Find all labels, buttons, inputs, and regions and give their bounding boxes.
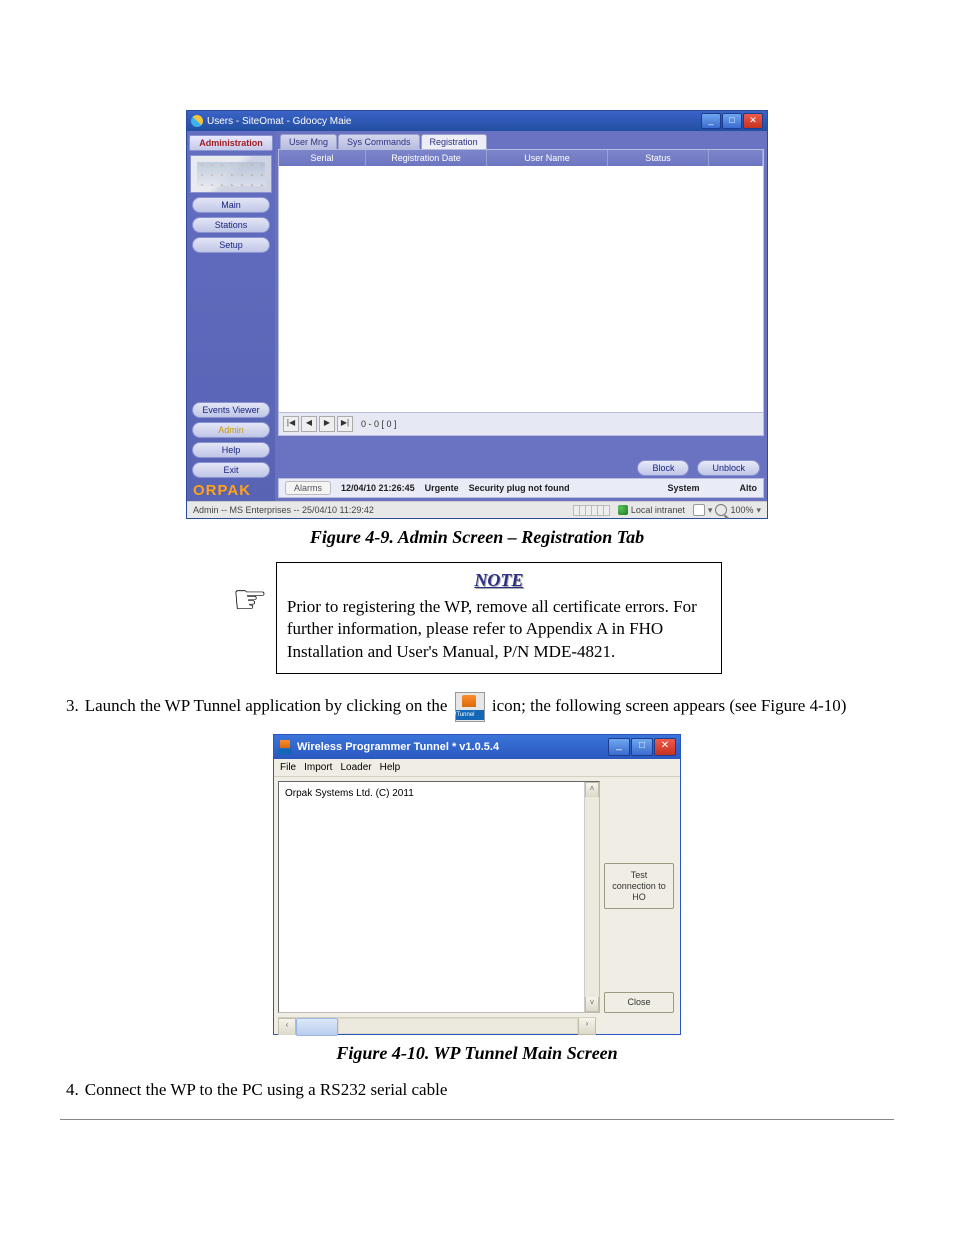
zone-icon — [618, 505, 628, 515]
brand-logo: ORPAK — [189, 480, 273, 501]
zoom-value: 100% — [730, 505, 753, 515]
step-4-text: Connect the WP to the PC using a RS232 s… — [85, 1080, 448, 1099]
window-titlebar: Users - SiteOmat - Gdoocy Maie _ □ ✕ — [187, 111, 767, 131]
col-serial[interactable]: Serial — [279, 150, 366, 166]
wp-scrollbar-horizontal[interactable]: ‹ › — [278, 1017, 596, 1034]
alarm-system: System — [667, 483, 699, 493]
col-registration-date[interactable]: Registration Date — [366, 150, 487, 166]
alarm-label: Alarms — [285, 481, 331, 495]
alarm-time: 12/04/10 21:26:45 — [341, 483, 415, 493]
note-body: Prior to registering the WP, remove all … — [287, 596, 711, 662]
wp-tunnel-icon: WPTunnel — [455, 692, 485, 722]
wp-menubar: File Import Loader Help — [274, 759, 680, 777]
tab-strip: User Mng Sys Commands Registration — [278, 134, 764, 149]
wp-scrollbar-vertical[interactable]: ˄ ˅ — [584, 782, 599, 1012]
wp-icon-label: WPTunnel — [456, 710, 484, 720]
menu-import[interactable]: Import — [304, 762, 332, 773]
wp-message-pane: Orpak Systems Ltd. (C) 2011 ˄ ˅ — [278, 781, 600, 1013]
alarm-message: Security plug not found — [469, 483, 570, 493]
step-3-text-before: Launch the WP Tunnel application by clic… — [85, 696, 452, 715]
status-left: Admin -- MS Enterprises -- 25/04/10 11:2… — [193, 505, 374, 515]
alarm-urgent: Urgente — [425, 483, 459, 493]
menu-loader[interactable]: Loader — [340, 762, 371, 773]
statusbar: Admin -- MS Enterprises -- 25/04/10 11:2… — [187, 501, 767, 518]
sidebar-setup[interactable]: Setup — [192, 237, 270, 253]
sidebar-image — [190, 155, 272, 193]
pager-first[interactable]: |◀ — [283, 416, 299, 432]
pager-next[interactable]: ▶ — [319, 416, 335, 432]
window-title: Users - SiteOmat - Gdoocy Maie — [207, 116, 701, 127]
note-callout: ☞ NOTE Prior to registering the WP, remo… — [232, 562, 722, 674]
col-user-name[interactable]: User Name — [487, 150, 608, 166]
figure-caption-2: Figure 4-10. WP Tunnel Main Screen — [60, 1043, 894, 1064]
wp-tunnel-screenshot: Wireless Programmer Tunnel * v1.0.5.4 _ … — [273, 734, 681, 1035]
alarm-alto: Alto — [740, 483, 758, 493]
pager: |◀ ◀ ▶ ▶| 0 - 0 [ 0 ] — [278, 413, 764, 436]
tab-sys-commands[interactable]: Sys Commands — [338, 134, 420, 149]
scroll-up-icon[interactable]: ˄ — [585, 782, 599, 797]
wp-message: Orpak Systems Ltd. (C) 2011 — [285, 788, 414, 799]
menu-file[interactable]: File — [280, 762, 296, 773]
scroll-right-icon[interactable]: › — [578, 1018, 596, 1035]
pager-range: 0 - 0 [ 0 ] — [361, 419, 397, 429]
close-button[interactable]: ✕ — [743, 113, 763, 129]
list-header: Serial Registration Date User Name Statu… — [279, 150, 763, 166]
unblock-button[interactable]: Unblock — [697, 460, 760, 476]
pager-last[interactable]: ▶| — [337, 416, 353, 432]
tab-registration[interactable]: Registration — [421, 134, 487, 149]
scroll-down-icon[interactable]: ˅ — [585, 997, 599, 1012]
scroll-thumb[interactable] — [296, 1018, 338, 1036]
wp-maximize-button[interactable]: □ — [631, 738, 653, 756]
sidebar-admin[interactable]: Admin — [192, 422, 270, 438]
pager-prev[interactable]: ◀ — [301, 416, 317, 432]
sidebar: Administration Main Stations Setup Event… — [187, 131, 275, 501]
sidebar-exit[interactable]: Exit — [192, 462, 270, 478]
alarm-bar: Alarms 12/04/10 21:26:45 Urgente Securit… — [278, 478, 764, 498]
wp-titlebar: Wireless Programmer Tunnel * v1.0.5.4 _ … — [274, 735, 680, 759]
sidebar-stations[interactable]: Stations — [192, 217, 270, 233]
sidebar-heading: Administration — [189, 135, 273, 151]
note-heading: NOTE — [287, 569, 711, 592]
step-3-text-after: icon; the following screen appears (see … — [488, 696, 847, 715]
step-4-number: 4. — [66, 1080, 85, 1099]
tab-user-mng[interactable]: User Mng — [280, 134, 337, 149]
minimize-button[interactable]: _ — [701, 113, 721, 129]
magnifier-icon — [715, 504, 727, 516]
status-zone: Local intranet — [631, 505, 685, 515]
wp-minimize-button[interactable]: _ — [608, 738, 630, 756]
main-pane: User Mng Sys Commands Registration Seria… — [275, 131, 767, 501]
maximize-button[interactable]: □ — [722, 113, 742, 129]
menu-help[interactable]: Help — [380, 762, 401, 773]
step-3: 3.Launch the WP Tunnel application by cl… — [60, 692, 894, 722]
sidebar-help[interactable]: Help — [192, 442, 270, 458]
wp-window-title: Wireless Programmer Tunnel * v1.0.5.4 — [297, 741, 608, 753]
progress-cells — [574, 505, 610, 516]
col-status[interactable]: Status — [608, 150, 709, 166]
figure-caption-1: Figure 4-9. Admin Screen – Registration … — [60, 527, 894, 548]
sidebar-main[interactable]: Main — [192, 197, 270, 213]
protected-mode-icon — [693, 504, 705, 516]
zoom-control[interactable]: ▾ 100% ▾ — [693, 504, 761, 516]
block-button[interactable]: Block — [637, 460, 689, 476]
footer-rule — [60, 1119, 894, 1120]
admin-screenshot: Users - SiteOmat - Gdoocy Maie _ □ ✕ Adm… — [186, 110, 768, 519]
sidebar-events-viewer[interactable]: Events Viewer — [192, 402, 270, 418]
pointing-hand-icon: ☞ — [232, 580, 268, 620]
wp-close-button[interactable]: ✕ — [654, 738, 676, 756]
wp-app-icon — [278, 740, 292, 754]
step-4: 4.Connect the WP to the PC using a RS232… — [60, 1078, 894, 1102]
wp-close-app-button[interactable]: Close — [604, 992, 674, 1013]
ie-icon — [191, 115, 203, 127]
registration-list: Serial Registration Date User Name Statu… — [278, 149, 764, 413]
step-3-number: 3. — [66, 696, 85, 715]
scroll-left-icon[interactable]: ‹ — [278, 1018, 296, 1035]
test-connection-button[interactable]: Test connection to HO — [604, 863, 674, 909]
